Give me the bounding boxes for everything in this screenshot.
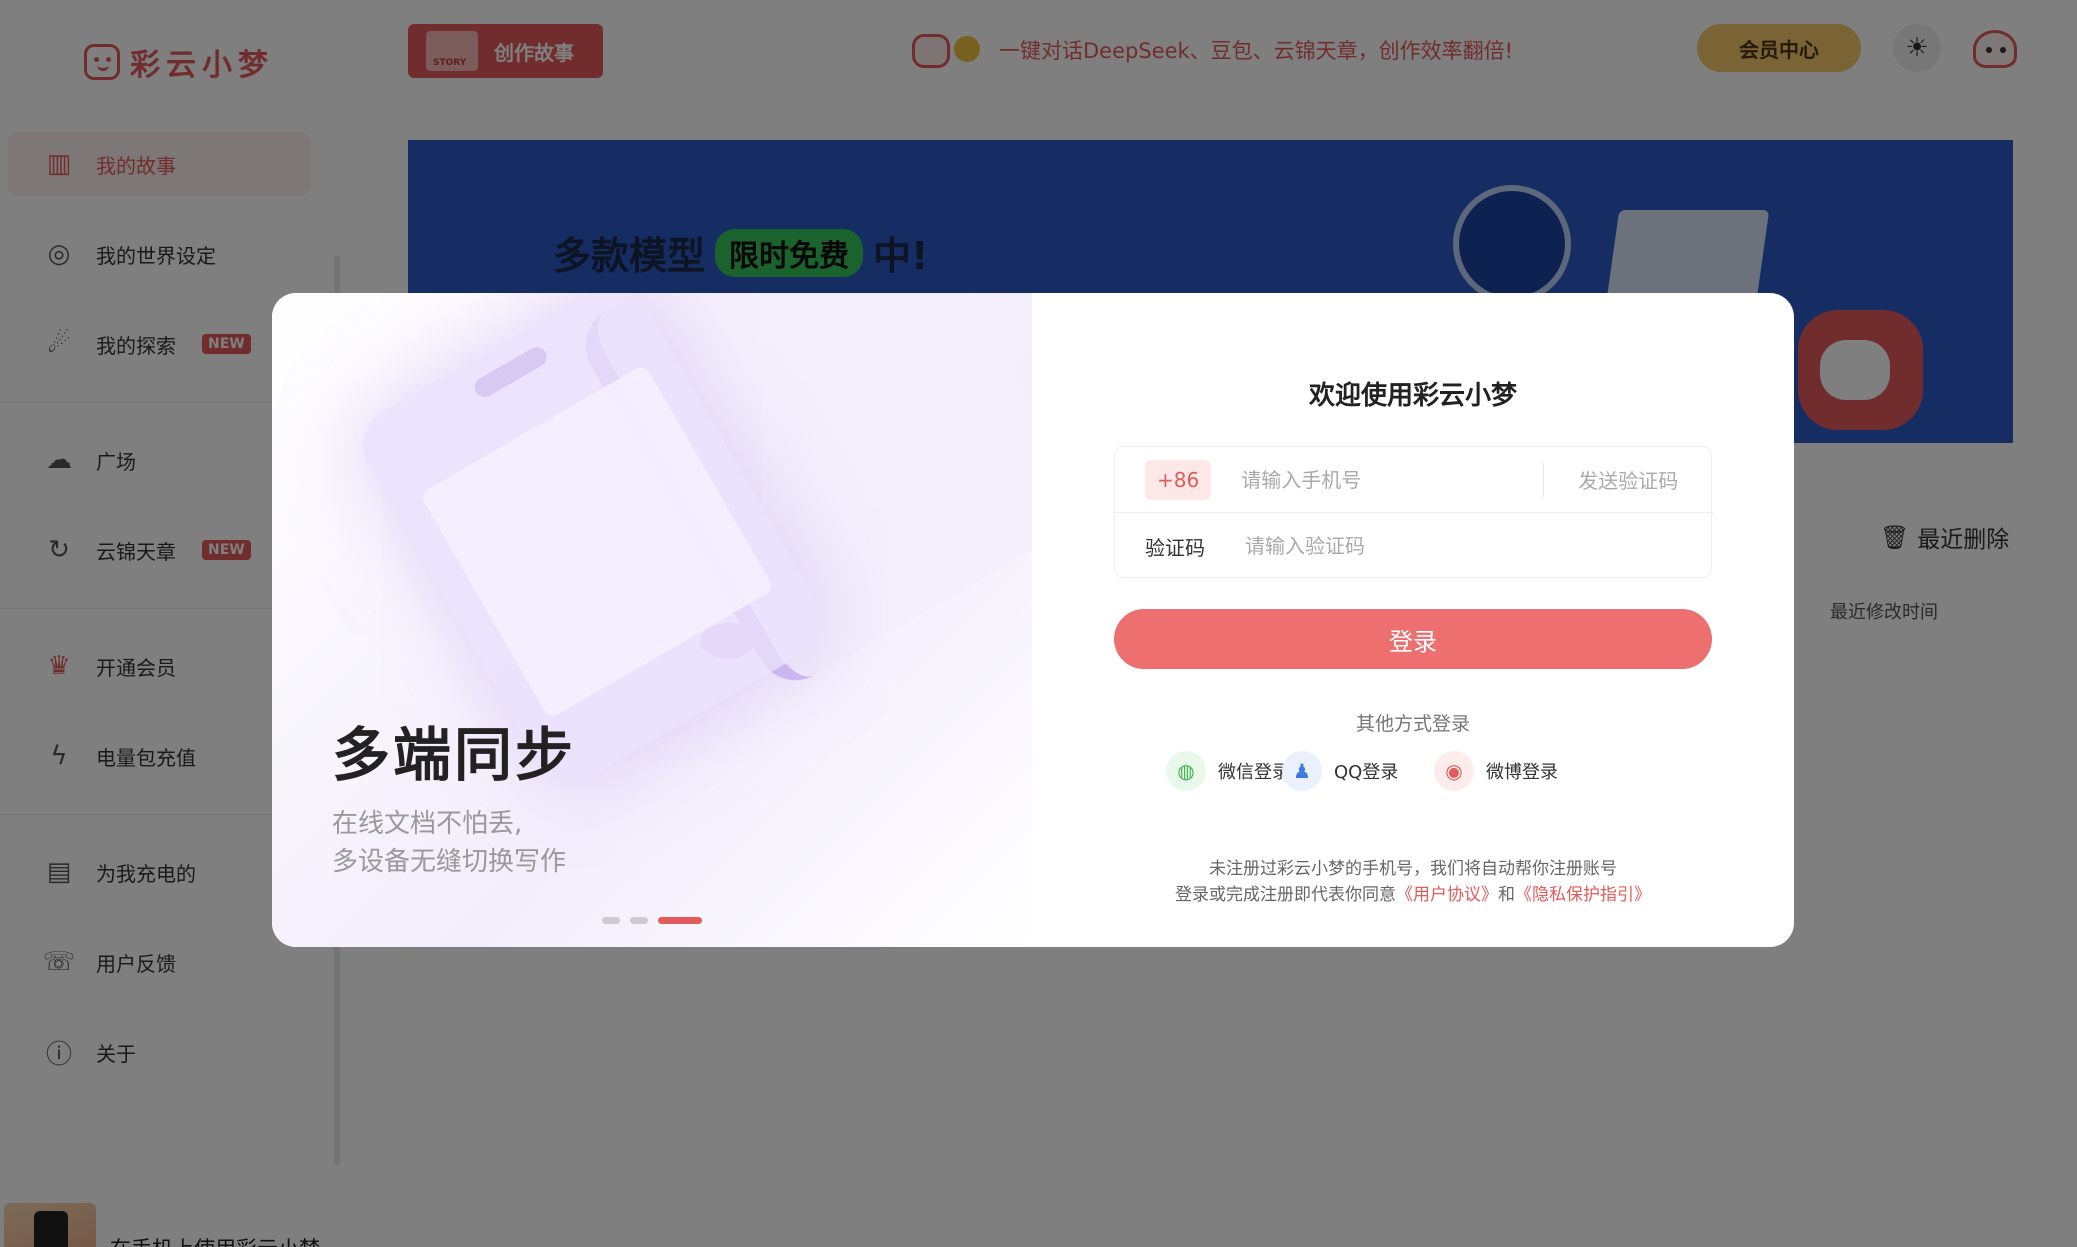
welcome-title: 欢迎使用彩云小梦 [1308, 381, 1517, 411]
wechat-login-button[interactable]: ◍ 微信登录 [1166, 751, 1290, 791]
agreement-and: 和 [1498, 885, 1515, 905]
phone-row: +86 发送验证码 [1115, 447, 1713, 513]
send-code-button[interactable]: 发送验证码 [1578, 465, 1678, 494]
login-modal: 多端同步 在线文档不怕丢, 多设备无缝切换写作 欢迎使用彩云小梦 +86 发送验… [272, 293, 1794, 947]
other-methods-label: 其他方式登录 [1355, 713, 1470, 735]
field-separator [1543, 462, 1545, 497]
wechat-login-label: 微信登录 [1218, 762, 1290, 783]
privacy-policy-link[interactable]: 《隐私保护指引》 [1515, 885, 1651, 905]
carousel-dot[interactable] [602, 917, 620, 924]
terms-note: 未注册过彩云小梦的手机号，我们将自动帮你注册账号 登录或完成注册即代表你同意《用… [1032, 856, 1794, 908]
carousel-title: 多端同步 [332, 721, 577, 789]
qq-login-button[interactable]: ♟ QQ登录 [1282, 751, 1398, 791]
login-form-panel: 欢迎使用彩云小梦 +86 发送验证码 验证码 登录 其他方式登录 ◍ 微信登录 … [1032, 293, 1794, 947]
wechat-icon: ◍ [1166, 751, 1206, 791]
weibo-login-label: 微博登录 [1486, 762, 1558, 783]
weibo-icon: ◉ [1434, 751, 1474, 791]
code-input[interactable] [1245, 534, 1545, 558]
carousel-dot-active[interactable] [658, 917, 702, 924]
qq-login-label: QQ登录 [1334, 762, 1399, 783]
qq-penguin-icon: ♟ [1282, 751, 1322, 791]
login-button[interactable]: 登录 [1114, 609, 1712, 669]
code-row: 验证码 [1115, 513, 1713, 579]
weibo-login-button[interactable]: ◉ 微博登录 [1434, 751, 1558, 791]
carousel-subtitle-line1: 在线文档不怕丢, [332, 809, 523, 839]
login-form: +86 发送验证码 验证码 [1114, 446, 1713, 579]
country-code-selector[interactable]: +86 [1145, 459, 1212, 500]
user-agreement-link[interactable]: 《用户协议》 [1396, 885, 1498, 905]
carousel-dot[interactable] [630, 917, 648, 924]
carousel-indicator [602, 917, 702, 924]
carousel-subtitle-line2: 多设备无缝切换写作 [332, 847, 567, 877]
auto-register-note: 未注册过彩云小梦的手机号，我们将自动帮你注册账号 [1209, 859, 1617, 879]
phone-home-button [700, 623, 756, 659]
agreement-prefix: 登录或完成注册即代表你同意 [1175, 885, 1396, 905]
code-label: 验证码 [1145, 535, 1205, 560]
phone-input[interactable] [1241, 467, 1542, 492]
feature-carousel: 多端同步 在线文档不怕丢, 多设备无缝切换写作 [272, 293, 1032, 947]
carousel-subtitle: 在线文档不怕丢, 多设备无缝切换写作 [332, 805, 566, 881]
agreement-line: 登录或完成注册即代表你同意《用户协议》和《隐私保护指引》 [1032, 882, 1794, 908]
